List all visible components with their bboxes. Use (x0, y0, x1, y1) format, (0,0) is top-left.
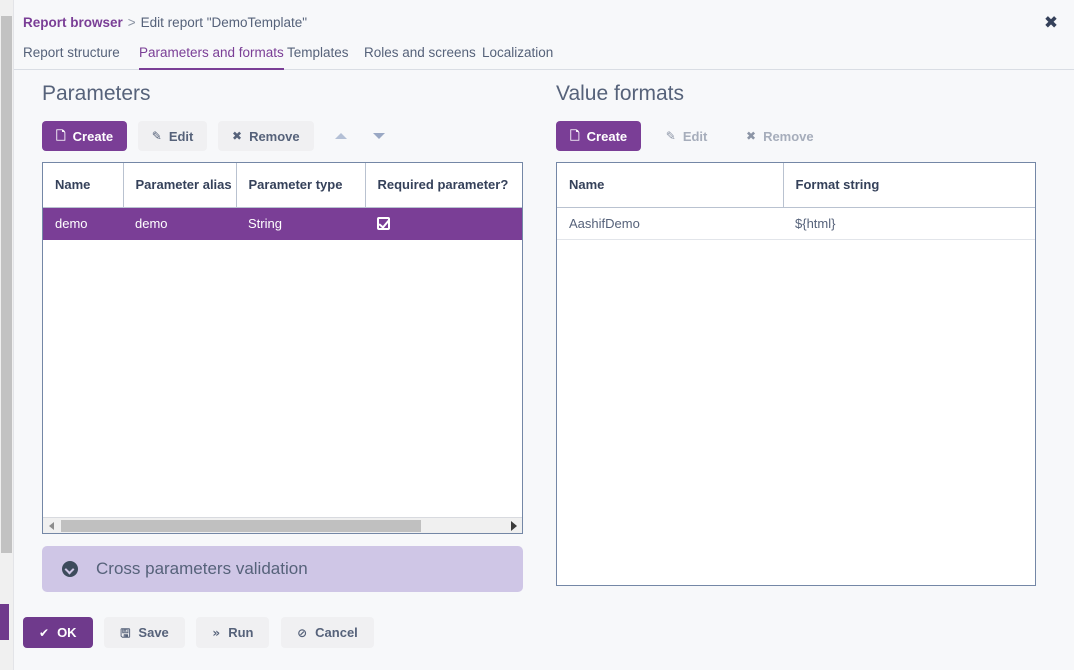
column-header-format-string[interactable]: Format string (783, 163, 1035, 208)
parameters-move-up-button[interactable] (324, 121, 358, 151)
scroll-left-button[interactable] (44, 518, 59, 533)
ok-label: OK (57, 625, 77, 640)
cell-alias: demo (123, 207, 236, 240)
parameters-grid: Name Parameter alias Parameter type Requ… (42, 162, 523, 534)
breadcrumb-separator: > (127, 15, 136, 30)
value-formats-remove-button: ✖ Remove (732, 121, 828, 151)
background-purple-element-partial (0, 604, 9, 640)
value-formats-edit-label: Edit (682, 128, 708, 144)
caret-right-icon (510, 520, 517, 531)
cross-parameters-validation-label: Cross parameters validation (96, 559, 308, 578)
tab-parameters-and-formats[interactable]: Parameters and formats (139, 42, 284, 70)
run-button[interactable]: » Run (196, 617, 270, 648)
table-row[interactable]: AashifDemo ${html} (557, 207, 1035, 240)
run-label: Run (228, 625, 254, 640)
value-formats-toolbar: 🗋 Create ✎ Edit ✖ Remove (556, 121, 835, 151)
no-entry-icon: ⊘ (297, 625, 308, 640)
cancel-button[interactable]: ⊘ Cancel (281, 617, 374, 648)
parameters-table-header-row: Name Parameter alias Parameter type Requ… (43, 163, 522, 208)
scroll-right-button[interactable] (506, 518, 521, 533)
column-header-parameter-type[interactable]: Parameter type (236, 163, 366, 208)
value-formats-edit-button: ✎ Edit (652, 121, 722, 151)
tab-localization[interactable]: Localization (482, 42, 553, 70)
save-button[interactable]: 🖫 Save (104, 617, 185, 648)
column-header-required-parameter[interactable]: Required parameter? (365, 163, 522, 208)
tab-roles-and-screens[interactable]: Roles and screens (364, 42, 476, 70)
column-header-name[interactable]: Name (43, 163, 124, 208)
document-icon: 🗋 (56, 129, 66, 143)
column-header-name[interactable]: Name (557, 163, 784, 208)
parameters-edit-button[interactable]: ✎ Edit (137, 121, 208, 151)
cross-icon: ✖ (232, 129, 243, 143)
tab-bar: Report structure Parameters and formats … (14, 42, 1074, 70)
pencil-icon: ✎ (665, 129, 676, 143)
chevron-down-circle-icon (62, 561, 78, 577)
triangle-down-icon (372, 133, 385, 139)
breadcrumb: Report browser > Edit report "DemoTemplate… (23, 15, 307, 30)
cell-name: AashifDemo (557, 207, 783, 240)
tab-report-structure[interactable]: Report structure (23, 42, 120, 70)
parameters-remove-label: Remove (249, 128, 300, 144)
breadcrumb-link-report-browser[interactable]: Report browser (23, 15, 123, 30)
value-formats-remove-label: Remove (763, 128, 814, 144)
cell-type: String (236, 207, 365, 240)
parameters-table: Name Parameter alias Parameter type Requ… (43, 163, 522, 240)
cell-format-string: ${html} (783, 207, 1035, 240)
check-icon: ✔ (39, 625, 50, 640)
save-label: Save (138, 625, 169, 640)
parameters-edit-label: Edit (168, 128, 194, 144)
left-vertical-scrollbar[interactable] (0, 0, 14, 670)
cancel-label: Cancel (315, 625, 358, 640)
value-formats-table-header-row: Name Format string (557, 163, 1035, 208)
close-icon[interactable]: ✖ (1041, 14, 1061, 34)
double-chevron-right-icon: » (212, 625, 221, 640)
value-formats-grid: Name Format string AashifDemo ${html} (556, 162, 1036, 586)
tab-templates[interactable]: Templates (287, 42, 349, 70)
parameters-remove-button[interactable]: ✖ Remove (218, 121, 314, 151)
parameters-create-label: Create (72, 128, 114, 144)
parameters-panel-title: Parameters (42, 82, 151, 105)
value-formats-panel-title: Value formats (556, 82, 684, 105)
edit-report-dialog: Report browser > Edit report "DemoTemplate… (14, 0, 1074, 670)
pencil-icon: ✎ (151, 129, 162, 143)
cell-name: demo (43, 207, 123, 240)
value-formats-create-button[interactable]: 🗋 Create (556, 121, 642, 151)
cell-required (365, 207, 522, 240)
value-formats-table: Name Format string AashifDemo ${html} (557, 163, 1035, 240)
column-header-parameter-alias[interactable]: Parameter alias (123, 163, 237, 208)
caret-left-icon (49, 521, 54, 530)
breadcrumb-current: Edit report "DemoTemplate" (140, 15, 308, 30)
table-row[interactable]: demo demo String (43, 207, 522, 240)
triangle-up-icon (335, 133, 348, 139)
dialog-header: Report browser > Edit report "DemoTemplate… (14, 0, 1074, 44)
ok-button[interactable]: ✔ OK (23, 617, 93, 648)
floppy-disk-icon: 🖫 (120, 625, 131, 640)
cross-parameters-validation-section[interactable]: Cross parameters validation (42, 546, 523, 592)
parameters-move-down-button[interactable] (362, 121, 396, 151)
horizontal-scrollbar-thumb[interactable] (61, 520, 421, 532)
checkbox-checked-icon (377, 216, 390, 230)
document-icon: 🗋 (570, 129, 580, 143)
scrollbar-thumb[interactable] (1, 16, 12, 553)
parameters-create-button[interactable]: 🗋 Create (42, 121, 128, 151)
value-formats-create-label: Create (586, 128, 628, 144)
scrollbar-up-button[interactable] (0, 0, 13, 14)
dialog-footer: ✔ OK 🖫 Save » Run ⊘ Cancel (14, 610, 1074, 670)
parameters-toolbar: 🗋 Create ✎ Edit ✖ Remove (42, 121, 396, 151)
cross-icon: ✖ (746, 129, 757, 143)
parameters-grid-horizontal-scrollbar[interactable] (43, 517, 522, 533)
